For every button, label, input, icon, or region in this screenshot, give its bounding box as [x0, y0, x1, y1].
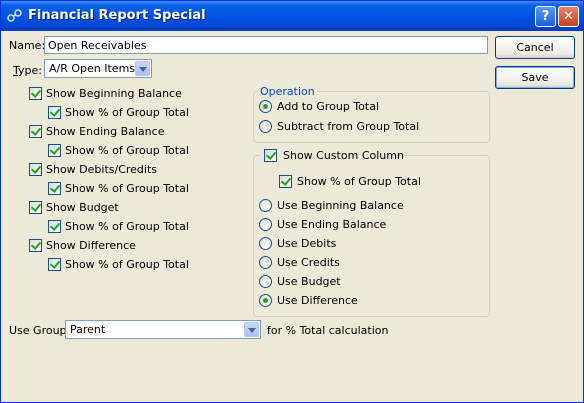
close-button[interactable]: ✕	[558, 6, 579, 27]
custom-source-radio[interactable]	[259, 199, 272, 212]
custom-source-label: Use Credits	[277, 256, 340, 269]
operation-radio[interactable]	[259, 100, 272, 113]
use-group-label: Use Group	[9, 324, 67, 337]
type-value: A/R Open Items	[49, 62, 136, 75]
show-option-checkbox[interactable]	[29, 201, 42, 214]
custom-source-radio[interactable]	[259, 275, 272, 288]
show-pct-checkbox[interactable]	[48, 144, 61, 157]
custom-source-radio[interactable]	[259, 237, 272, 250]
show-pct-checkbox[interactable]	[48, 182, 61, 195]
show-option-checkbox[interactable]	[29, 125, 42, 138]
operation-label: Add to Group Total	[277, 100, 380, 113]
show-option-checkbox[interactable]	[29, 239, 42, 252]
chevron-down-icon[interactable]	[244, 322, 259, 337]
dialog-window: Financial Report Special ? ✕ Name: Open …	[0, 0, 584, 403]
show-option-label: Show Difference	[46, 239, 136, 252]
use-group-suffix: for % Total calculation	[267, 324, 389, 337]
cancel-label: Cancel	[516, 41, 554, 54]
app-icon	[7, 9, 22, 22]
custom-column-toggle[interactable]: Show Custom Column	[260, 148, 404, 162]
custom-pct-checkbox[interactable]	[279, 175, 292, 188]
custom-source-radio[interactable]	[259, 218, 272, 231]
show-pct-checkbox[interactable]	[48, 106, 61, 119]
show-option-label: Show Budget	[46, 201, 119, 214]
operation-title: Operation	[258, 85, 317, 98]
cancel-button[interactable]: Cancel	[495, 36, 575, 59]
show-option-label: Show Beginning Balance	[46, 87, 182, 100]
custom-source-label: Use Budget	[277, 275, 341, 288]
custom-source-radio[interactable]	[259, 256, 272, 269]
show-pct-label: Show % of Group Total	[65, 220, 189, 233]
operation-label: Subtract from Group Total	[277, 120, 420, 133]
name-label: Name:	[9, 39, 46, 52]
custom-source-label: Use Difference	[277, 294, 358, 307]
help-button[interactable]: ?	[535, 6, 556, 27]
show-option-label: Show Debits/Credits	[46, 163, 158, 176]
custom-source-radio[interactable]	[259, 294, 272, 307]
custom-column-label: Show Custom Column	[283, 149, 404, 162]
save-button[interactable]: Save	[495, 66, 575, 89]
save-label: Save	[521, 71, 549, 84]
show-pct-label: Show % of Group Total	[65, 144, 189, 157]
show-pct-label: Show % of Group Total	[65, 106, 189, 119]
show-option-checkbox[interactable]	[29, 163, 42, 176]
show-option-label: Show Ending Balance	[46, 125, 165, 138]
operation-radio[interactable]	[259, 120, 272, 133]
custom-pct-label: Show % of Group Total	[297, 175, 421, 188]
show-pct-label: Show % of Group Total	[65, 182, 189, 195]
operation-group	[253, 91, 490, 143]
show-pct-label: Show % of Group Total	[65, 258, 189, 271]
use-group-select[interactable]: Parent	[65, 320, 261, 339]
window-title: Financial Report Special	[28, 8, 206, 23]
custom-source-label: Use Debits	[277, 237, 337, 250]
show-option-checkbox[interactable]	[29, 87, 42, 100]
show-pct-checkbox[interactable]	[48, 220, 61, 233]
use-group-value: Parent	[70, 323, 106, 336]
type-label: Type:	[13, 64, 42, 77]
title-bar[interactable]: Financial Report Special ? ✕	[1, 1, 583, 31]
custom-source-label: Use Ending Balance	[277, 218, 387, 231]
custom-column-checkbox[interactable]	[264, 149, 277, 162]
name-input[interactable]: Open Receivables	[44, 36, 488, 54]
custom-source-label: Use Beginning Balance	[277, 199, 404, 212]
chevron-down-icon[interactable]	[135, 61, 150, 76]
show-pct-checkbox[interactable]	[48, 258, 61, 271]
type-select[interactable]: A/R Open Items	[44, 59, 152, 78]
